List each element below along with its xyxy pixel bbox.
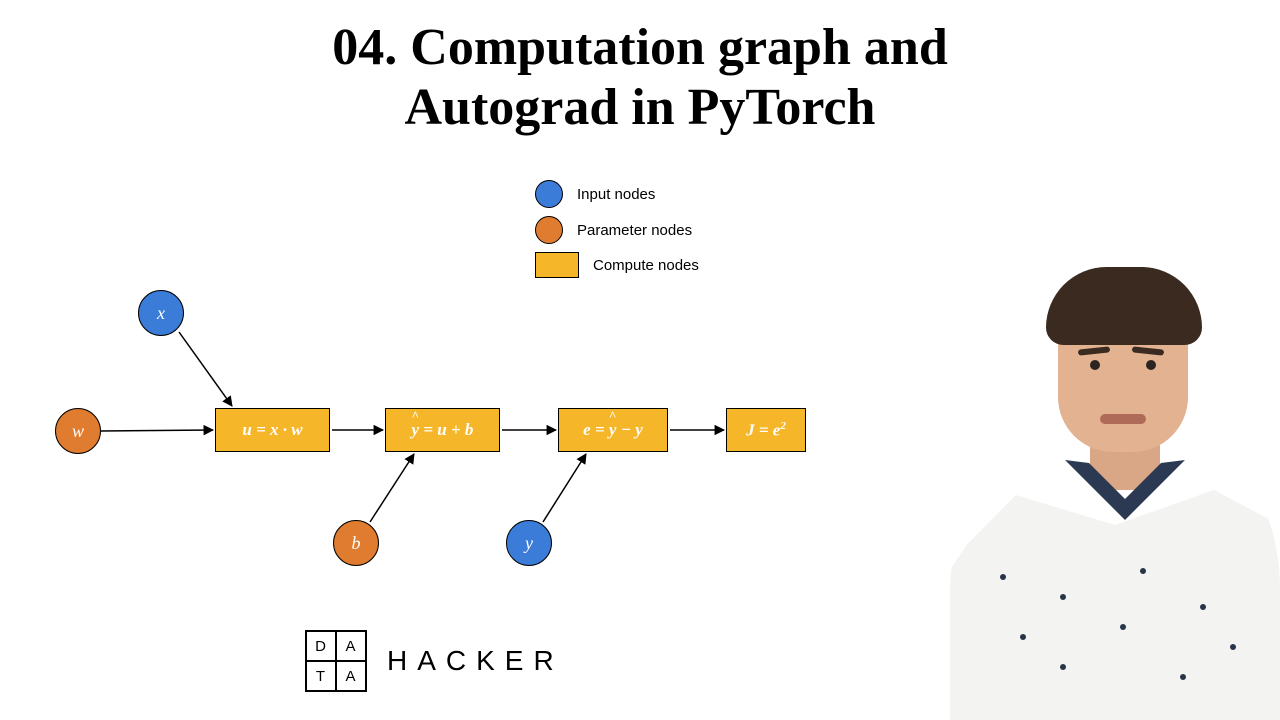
legend-swatch-param [535, 216, 563, 244]
title-line-2: Autograd in PyTorch [405, 79, 876, 136]
logo-cell-4: A [336, 661, 366, 691]
node-x-label: x [157, 303, 165, 324]
legend-row-param: Parameter nodes [535, 216, 699, 244]
legend-swatch-input [535, 180, 563, 208]
node-b: b [333, 520, 379, 566]
compute-J: J = e2 [726, 408, 806, 452]
legend-label-compute: Compute nodes [593, 257, 699, 274]
legend-swatch-compute [535, 252, 579, 278]
legend: Input nodes Parameter nodes Compute node… [535, 180, 699, 286]
node-x: x [138, 290, 184, 336]
compute-J-label: J = e2 [746, 420, 786, 441]
logo-cell-2: A [336, 631, 366, 661]
title-line-1: 04. Computation graph and [332, 19, 947, 76]
compute-yhat-label: y = u + b [412, 420, 474, 440]
datahacker-logo: D A T A HACKER [305, 630, 564, 692]
node-y: y [506, 520, 552, 566]
logo-grid: D A T A [305, 630, 367, 692]
compute-u-label: u = x · w [242, 420, 302, 440]
logo-word: HACKER [387, 645, 564, 677]
presenter-photo [950, 275, 1280, 720]
logo-cell-3: T [306, 661, 336, 691]
legend-row-compute: Compute nodes [535, 252, 699, 278]
node-w: w [55, 408, 101, 454]
compute-u: u = x · w [215, 408, 330, 452]
logo-cell-1: D [306, 631, 336, 661]
slide-title: 04. Computation graph and Autograd in Py… [0, 18, 1280, 138]
node-b-label: b [352, 533, 361, 554]
legend-label-param: Parameter nodes [577, 222, 692, 239]
node-y-label: y [525, 533, 533, 554]
legend-label-input: Input nodes [577, 186, 655, 203]
compute-yhat: y = u + b [385, 408, 500, 452]
compute-e: e = y − y [558, 408, 668, 452]
compute-e-label: e = y − y [583, 420, 643, 440]
node-w-label: w [72, 421, 84, 442]
legend-row-input: Input nodes [535, 180, 699, 208]
